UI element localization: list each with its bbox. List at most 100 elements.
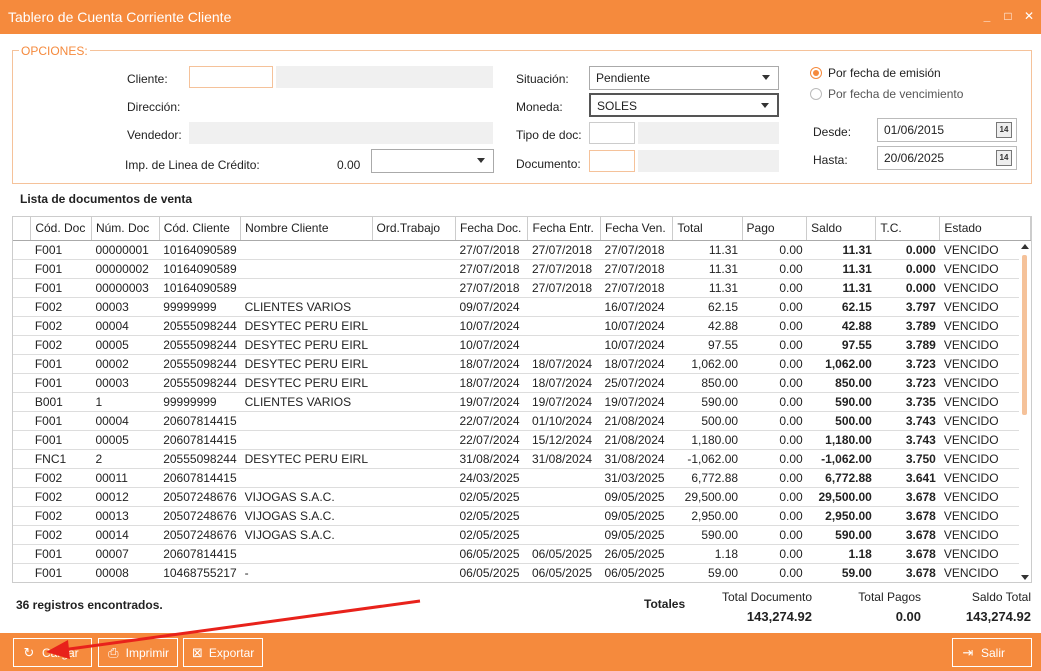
cargar-label: Cargar bbox=[42, 645, 79, 660]
documento-input[interactable] bbox=[589, 150, 635, 172]
row-indicator bbox=[13, 297, 31, 317]
row-indicator bbox=[13, 335, 31, 355]
documents-grid[interactable]: Cód. Doc Núm. Doc Cód. Cliente Nombre Clien… bbox=[12, 216, 1032, 583]
calendar-icon[interactable]: 14 bbox=[996, 122, 1012, 138]
total-documento: Total Documento 143,274.92 bbox=[700, 590, 812, 624]
table-row[interactable]: F002 00011 20607814415 24/03/2025 31/03/2025… bbox=[13, 468, 1031, 488]
radio-selected-icon bbox=[810, 67, 822, 79]
table-row[interactable]: F001 00008 10468755217-06/05/2025 06/05/202… bbox=[13, 563, 1031, 582]
table-cell: 99999999 bbox=[159, 297, 241, 317]
table-cell: F002 bbox=[30, 335, 92, 355]
column-header[interactable]: Ord.Trabajo bbox=[372, 217, 456, 241]
column-header[interactable]: Núm. Doc bbox=[91, 217, 160, 241]
column-header[interactable]: Nombre Cliente bbox=[240, 217, 373, 241]
column-header[interactable]: Fecha Doc. bbox=[455, 217, 529, 241]
credito-select[interactable] bbox=[371, 149, 494, 173]
close-icon[interactable]: ✕ bbox=[1023, 9, 1035, 23]
table-cell: 1 bbox=[91, 392, 160, 412]
total-documento-label: Total Documento bbox=[721, 590, 812, 604]
table-row[interactable]: F001 00004 20607814415 22/07/2024 01/10/2024… bbox=[13, 411, 1031, 431]
table-cell: B001 bbox=[30, 392, 92, 412]
table-cell: VENCIDO bbox=[939, 411, 1031, 431]
table-row[interactable]: F002 00013 20507248676 VIJOGAS S.A.C. 02/05/… bbox=[13, 506, 1031, 526]
radio-fecha-vencimiento[interactable]: Por fecha de vencimiento bbox=[810, 87, 963, 101]
table-row[interactable]: FNC1 2 20555098244 DESYTEC PERU EIRL 31/08/2… bbox=[13, 449, 1031, 469]
table-row[interactable]: F002 00005 20555098244 DESYTEC PERU EIRL 10/… bbox=[13, 335, 1031, 355]
column-header[interactable]: Saldo bbox=[806, 217, 877, 241]
calendar-icon[interactable]: 14 bbox=[996, 150, 1012, 166]
table-row[interactable]: F002 00003 99999999 CLIENTES VARIOS 09/07/20… bbox=[13, 297, 1031, 317]
table-cell: 19/07/2024 bbox=[527, 392, 601, 412]
table-cell: 20507248676 bbox=[159, 525, 241, 545]
hasta-date-input[interactable]: 20/06/2025 14 bbox=[877, 146, 1017, 170]
scroll-down-icon[interactable] bbox=[1021, 575, 1029, 580]
table-cell: DESYTEC PERU EIRL bbox=[240, 373, 372, 393]
column-header[interactable]: Cód. Cliente bbox=[159, 217, 242, 241]
saldo-total-value: 143,274.92 bbox=[965, 609, 1031, 624]
table-row[interactable]: F001 00000002 10164090589 27/07/2018 27/07/2… bbox=[13, 259, 1031, 279]
cargar-button[interactable]: ↻ Cargar bbox=[13, 638, 92, 667]
moneda-select[interactable]: SOLES bbox=[589, 93, 779, 117]
table-row[interactable]: F001 00003 20555098244 DESYTEC PERU EIRL 18/… bbox=[13, 373, 1031, 393]
imprimir-button[interactable]: ⎙ Imprimir bbox=[98, 638, 178, 667]
cliente-code-input[interactable] bbox=[189, 66, 273, 88]
table-cell: 09/05/2025 bbox=[600, 525, 673, 545]
vertical-scrollbar[interactable] bbox=[1019, 241, 1031, 582]
desde-label: Desde: bbox=[813, 125, 852, 139]
table-cell: 0.00 bbox=[742, 335, 807, 355]
table-cell: F001 bbox=[30, 411, 92, 431]
situacion-select[interactable]: Pendiente bbox=[589, 66, 779, 90]
table-cell: 27/07/2018 bbox=[455, 259, 528, 279]
table-row[interactable]: F001 00005 20607814415 22/07/2024 15/12/2024… bbox=[13, 430, 1031, 450]
table-cell: 0.00 bbox=[742, 449, 807, 469]
table-cell bbox=[372, 449, 456, 469]
table-row[interactable]: F002 00004 20555098244 DESYTEC PERU EIRL 10/… bbox=[13, 316, 1031, 336]
table-cell bbox=[527, 525, 601, 545]
table-row[interactable]: F001 00000001 10164090589 27/07/2018 27/07/2… bbox=[13, 240, 1031, 260]
title-bar: Tablero de Cuenta Corriente Cliente _ □ … bbox=[0, 0, 1041, 34]
column-header[interactable]: Total bbox=[672, 217, 743, 241]
table-cell bbox=[240, 430, 372, 450]
salir-button[interactable]: ⇥ Salir bbox=[952, 638, 1032, 667]
scroll-thumb[interactable] bbox=[1022, 255, 1027, 415]
desde-date-input[interactable]: 01/06/2015 14 bbox=[877, 118, 1017, 142]
table-cell: 06/05/2025 bbox=[455, 563, 528, 582]
radio-fecha-emision[interactable]: Por fecha de emisión bbox=[810, 66, 941, 80]
table-cell bbox=[372, 297, 456, 317]
table-cell: 11.31 bbox=[806, 240, 876, 260]
table-cell: 62.15 bbox=[672, 297, 743, 317]
row-indicator bbox=[13, 544, 31, 564]
table-cell: 10164090589 bbox=[159, 240, 241, 260]
exportar-button[interactable]: ⊠ Exportar bbox=[183, 638, 263, 667]
table-row[interactable]: F002 00014 20507248676 VIJOGAS S.A.C. 02/05/… bbox=[13, 525, 1031, 545]
minimize-icon[interactable]: _ bbox=[981, 9, 993, 23]
column-header[interactable]: Cód. Doc bbox=[30, 217, 92, 241]
excel-icon: ⊠ bbox=[192, 644, 203, 660]
table-row[interactable]: F001 00002 20555098244 DESYTEC PERU EIRL 18/… bbox=[13, 354, 1031, 374]
table-cell: 25/07/2024 bbox=[600, 373, 673, 393]
table-cell: 11.31 bbox=[672, 259, 743, 279]
tipodoc-input[interactable] bbox=[589, 122, 635, 144]
column-header[interactable]: Pago bbox=[742, 217, 808, 241]
row-indicator bbox=[13, 411, 31, 431]
column-header[interactable]: T.C. bbox=[875, 217, 941, 241]
row-indicator bbox=[13, 259, 31, 279]
table-cell: 2 bbox=[91, 449, 160, 469]
table-cell: 10164090589 bbox=[159, 259, 241, 279]
table-row[interactable]: F001 00000003 10164090589 27/07/2018 27/07/2… bbox=[13, 278, 1031, 298]
table-row[interactable]: F001 00007 20607814415 06/05/2025 06/05/2025… bbox=[13, 544, 1031, 564]
scroll-up-icon[interactable] bbox=[1021, 244, 1029, 249]
table-row[interactable]: B001 1 99999999 CLIENTES VARIOS 19/07/2024 19… bbox=[13, 392, 1031, 412]
tipodoc-desc-field bbox=[638, 122, 779, 144]
table-cell: 02/05/2025 bbox=[455, 506, 528, 526]
maximize-icon[interactable]: □ bbox=[1002, 9, 1014, 23]
hasta-value: 20/06/2025 bbox=[884, 151, 945, 165]
column-header[interactable]: Fecha Entr. bbox=[527, 217, 601, 241]
table-cell: 0.000 bbox=[875, 240, 940, 260]
table-row[interactable]: F002 00012 20507248676 VIJOGAS S.A.C. 02/05/… bbox=[13, 487, 1031, 507]
table-cell bbox=[372, 506, 456, 526]
column-header[interactable]: Estado bbox=[939, 217, 1031, 241]
column-header[interactable]: Fecha Ven. bbox=[600, 217, 674, 241]
saldo-total: Saldo Total 143,274.92 bbox=[940, 590, 1031, 624]
table-cell: 18/07/2024 bbox=[527, 373, 601, 393]
